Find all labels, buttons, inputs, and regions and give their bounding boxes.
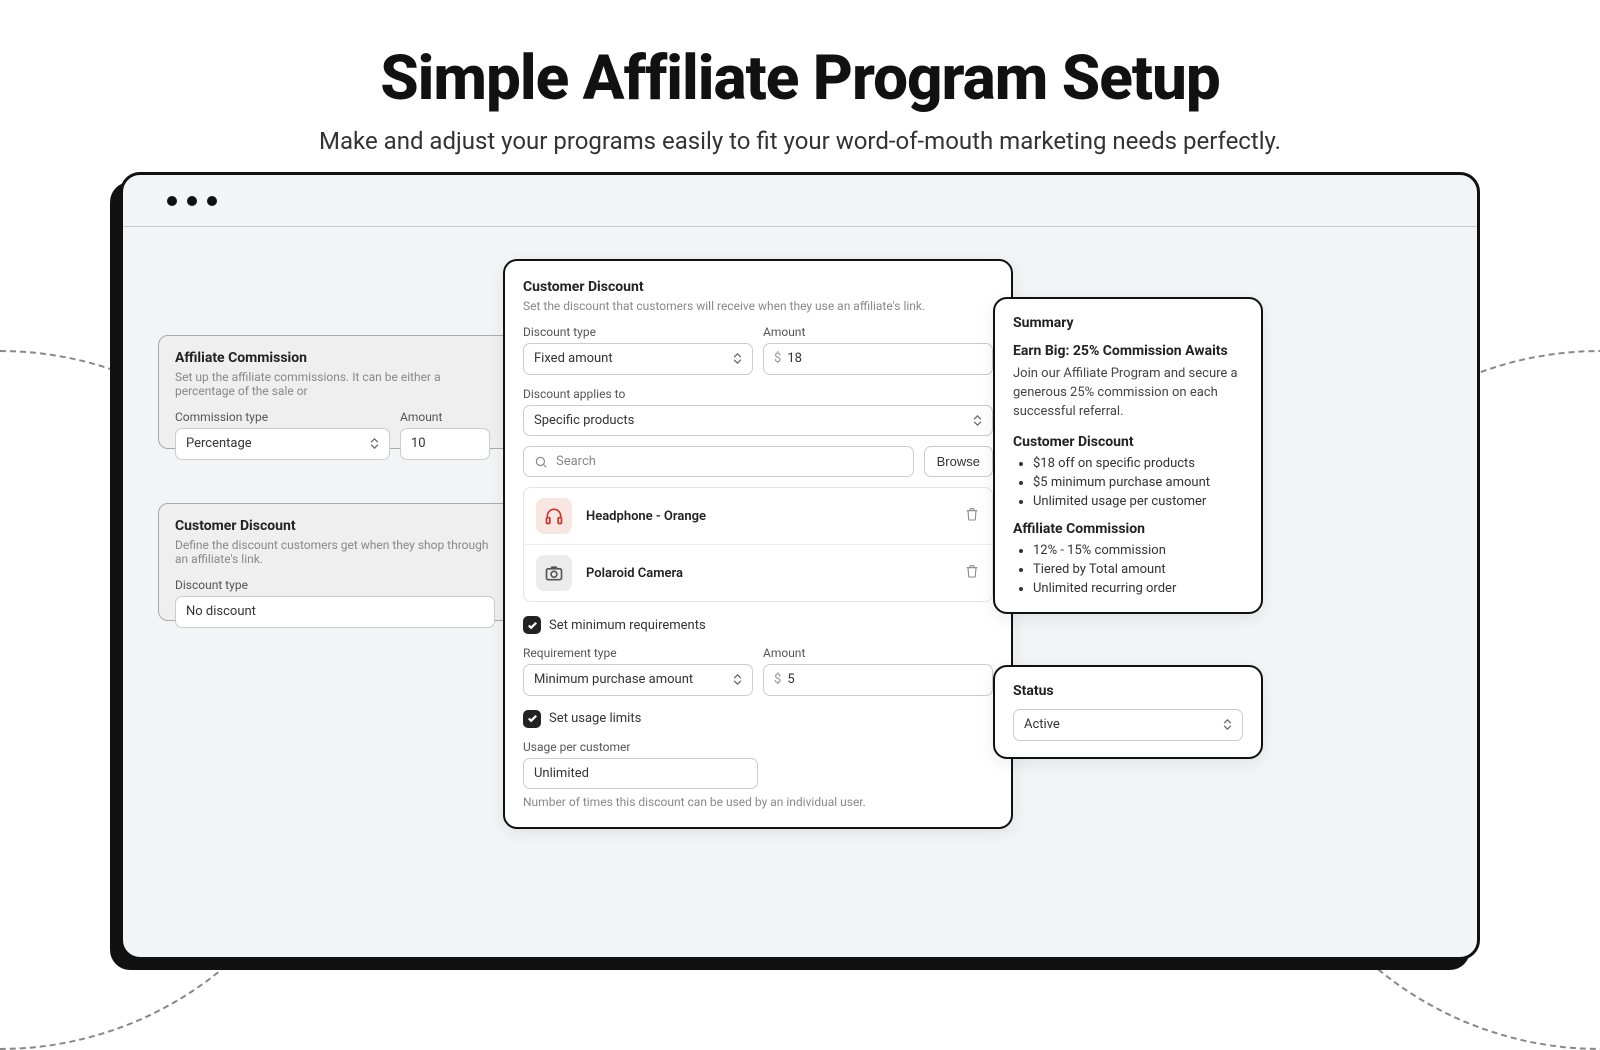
discount-type-back-select[interactable]: No discount [175,596,495,628]
window-titlebar [123,175,1477,227]
remove-product-button[interactable] [964,506,980,526]
product-list: Headphone - Orange Polaroid Camera [523,487,993,602]
affiliate-commission-desc: Set up the affiliate commissions. It can… [175,370,501,398]
commission-type-select[interactable]: Percentage [175,428,390,460]
affiliate-commission-title: Affiliate Commission [175,350,501,366]
product-name: Headphone - Orange [586,509,950,524]
requirement-amount-label: Amount [763,646,993,660]
chevron-updown-icon [370,438,379,449]
status-value: Active [1024,717,1060,733]
discount-amount-label: Amount [763,325,993,339]
applies-to-value: Specific products [534,413,634,429]
summary-ac-list: 12% - 15% commission Tiered by Total amou… [1033,543,1243,596]
summary-item: Unlimited recurring order [1033,581,1243,596]
discount-type-back-label: Discount type [175,578,501,592]
requirement-type-label: Requirement type [523,646,753,660]
customer-discount-desc: Set the discount that customers will rec… [523,299,993,313]
headphones-icon [536,498,572,534]
summary-title: Summary [1013,315,1243,331]
usage-helper-text: Number of times this discount can be use… [523,795,993,809]
customer-discount-back-desc: Define the discount customers get when t… [175,538,501,566]
browser-window: Affiliate Commission Set up the affiliat… [120,172,1480,960]
window-traffic-lights [167,196,217,206]
status-card: Status Active [993,665,1263,759]
discount-type-back-value: No discount [186,604,256,620]
summary-item: Tiered by Total amount [1033,562,1243,577]
commission-amount-input[interactable]: 10 [400,428,490,460]
summary-card: Summary Earn Big: 25% Commission Awaits … [993,297,1263,614]
usage-per-customer-label: Usage per customer [523,740,993,754]
product-name: Polaroid Camera [586,566,950,581]
customer-discount-card: Customer Discount Set the discount that … [503,259,1013,829]
summary-headline: Earn Big: 25% Commission Awaits [1013,343,1243,359]
page-subtitle: Make and adjust your programs easily to … [0,127,1600,155]
product-search-placeholder: Search [556,454,596,469]
usage-limits-label: Set usage limits [549,711,641,726]
summary-item: 12% - 15% commission [1033,543,1243,558]
chevron-updown-icon [973,415,982,426]
product-search-input[interactable]: Search [523,446,914,477]
summary-body: Join our Affiliate Program and secure a … [1013,365,1243,422]
customer-discount-title: Customer Discount [523,279,993,295]
remove-product-button[interactable] [964,563,980,583]
affiliate-commission-card: Affiliate Commission Set up the affiliat… [158,335,518,449]
discount-amount-input[interactable]: $18 [763,343,993,375]
discount-type-label: Discount type [523,325,753,339]
discount-amount-value: 18 [787,351,802,366]
chevron-updown-icon [733,353,742,364]
summary-cd-list: $18 off on specific products $5 minimum p… [1033,456,1243,509]
applies-to-select[interactable]: Specific products [523,405,993,437]
page-title: Simple Affiliate Program Setup [0,42,1600,115]
requirement-amount-input[interactable]: $5 [763,664,993,696]
discount-amount-prefix: $ [774,351,781,366]
requirement-type-select[interactable]: Minimum purchase amount [523,664,753,696]
summary-item: $18 off on specific products [1033,456,1243,471]
usage-per-customer-input[interactable]: Unlimited [523,758,758,790]
chevron-updown-icon [1223,719,1232,730]
min-requirements-checkbox[interactable] [523,616,541,634]
summary-item: $5 minimum purchase amount [1033,475,1243,490]
customer-discount-back-title: Customer Discount [175,518,501,534]
requirement-amount-prefix: $ [774,672,781,687]
commission-type-value: Percentage [186,436,252,452]
camera-icon [536,555,572,591]
search-icon [534,455,548,469]
commission-amount-value: 10 [411,436,426,452]
summary-ac-title: Affiliate Commission [1013,521,1243,537]
product-row: Headphone - Orange [524,488,992,544]
min-requirements-label: Set minimum requirements [549,618,706,633]
status-title: Status [1013,683,1243,699]
product-row: Polaroid Camera [524,544,992,601]
discount-type-select[interactable]: Fixed amount [523,343,753,375]
requirement-amount-value: 5 [787,672,794,687]
applies-to-label: Discount applies to [523,387,993,401]
summary-cd-title: Customer Discount [1013,434,1243,450]
browse-button[interactable]: Browse [924,446,993,477]
usage-limits-checkbox[interactable] [523,710,541,728]
commission-amount-label: Amount [400,410,501,424]
requirement-type-value: Minimum purchase amount [534,672,693,688]
discount-type-value: Fixed amount [534,351,613,367]
status-select[interactable]: Active [1013,709,1243,741]
summary-item: Unlimited usage per customer [1033,494,1243,509]
customer-discount-back-card: Customer Discount Define the discount cu… [158,503,518,621]
chevron-updown-icon [733,674,742,685]
commission-type-label: Commission type [175,410,390,424]
usage-per-customer-value: Unlimited [534,766,589,782]
